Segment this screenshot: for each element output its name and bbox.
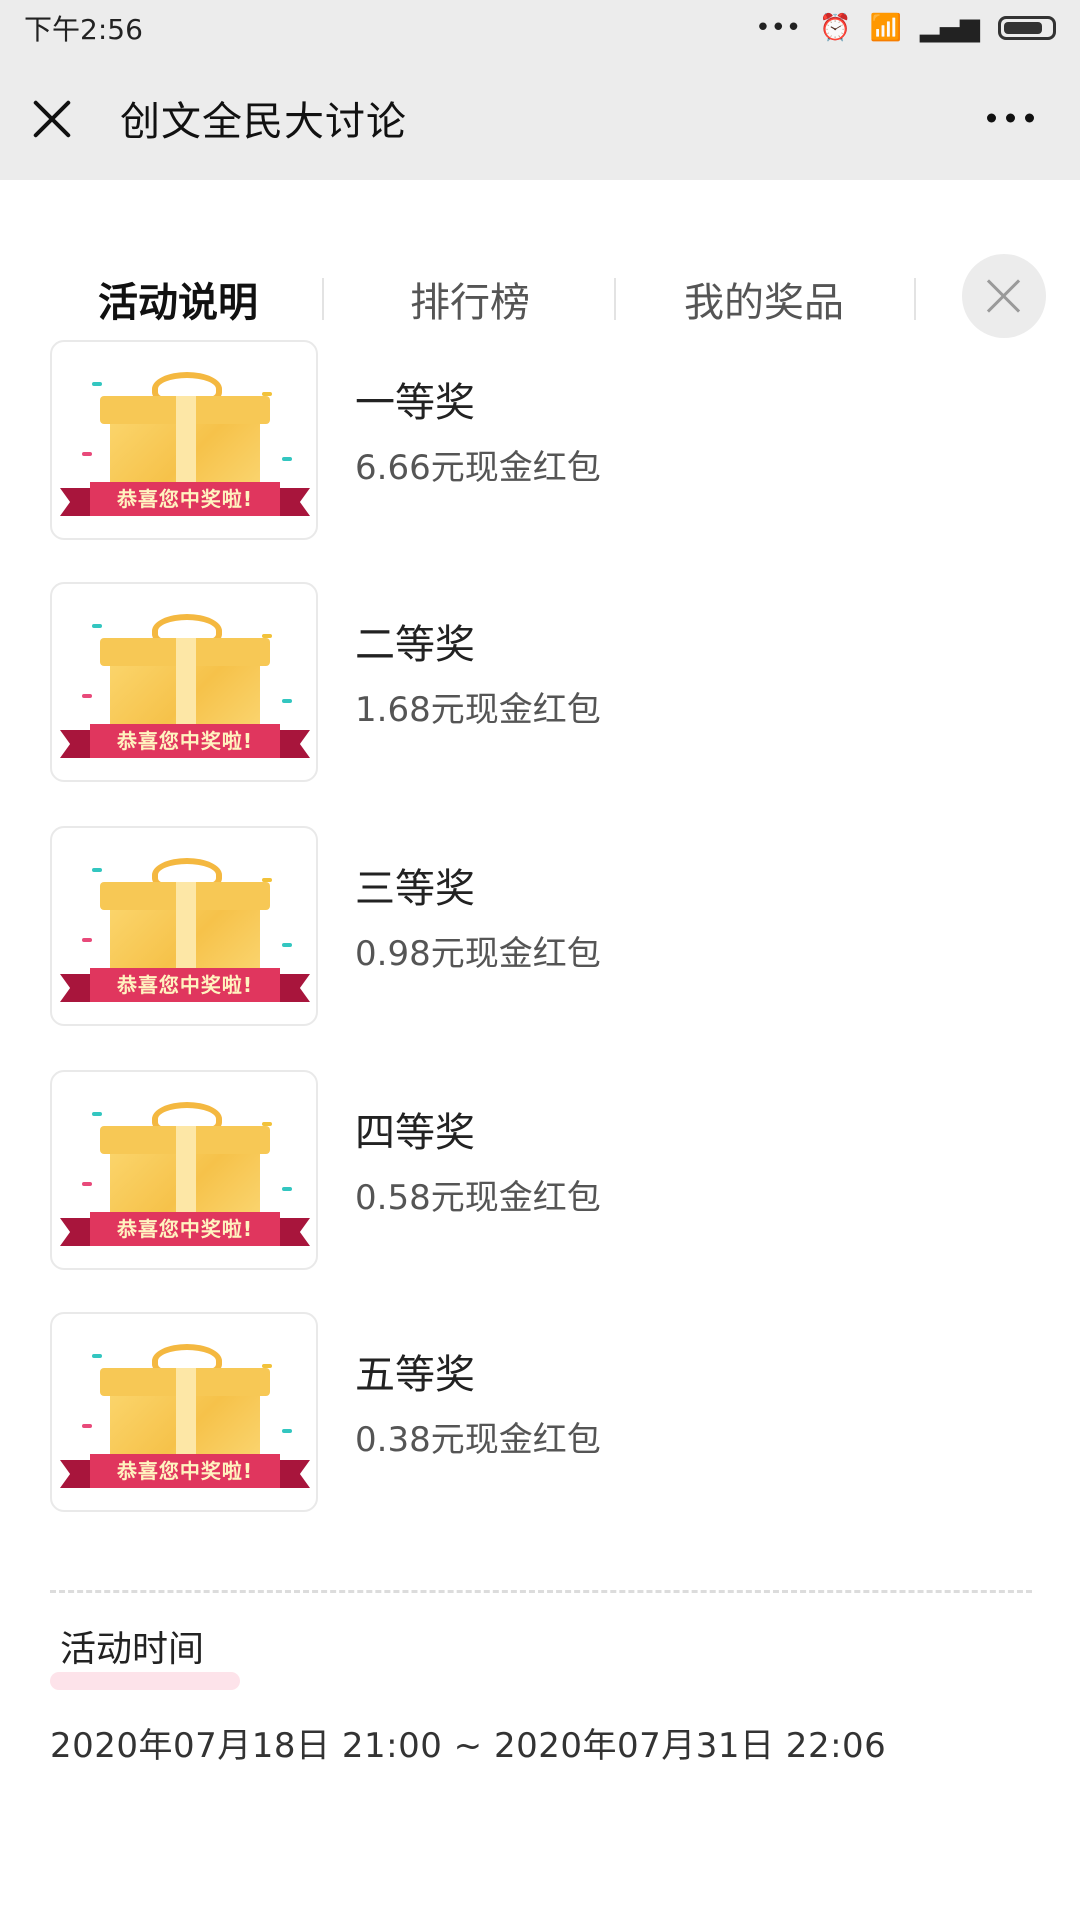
title-bar: 创文全民大讨论 [0,56,1080,180]
dashed-divider [50,1590,1032,1593]
prize-banner: 恭喜您中奖啦! [90,968,280,1002]
prize-item: 恭喜您中奖啦! 五等奖 0.38元现金红包 [50,1312,1050,1512]
activity-time-heading: 活动时间 [50,1620,240,1690]
gift-box-image: 恭喜您中奖啦! [50,826,318,1026]
prize-banner: 恭喜您中奖啦! [90,1454,280,1488]
prize-item: 恭喜您中奖啦! 四等奖 0.58元现金红包 [50,1070,1050,1270]
prize-desc: 0.38元现金红包 [355,1420,601,1460]
prize-name: 三等奖 [355,866,475,912]
close-icon[interactable] [30,96,74,140]
tab-divider [614,278,616,320]
wifi-icon: 📶 [869,13,902,43]
prize-item: 恭喜您中奖啦! 一等奖 6.66元现金红包 [50,340,1050,540]
prize-banner: 恭喜您中奖啦! [90,482,280,516]
gift-box-image: 恭喜您中奖啦! [50,582,318,782]
prize-desc: 6.66元现金红包 [355,448,601,488]
prize-name: 二等奖 [355,622,475,668]
tab-bar: 活动说明 排行榜 我的奖品 [0,250,1080,353]
prize-desc: 0.98元现金红包 [355,934,601,974]
more-dots-icon: ••• [755,13,802,43]
prize-item: 恭喜您中奖啦! 三等奖 0.98元现金红包 [50,826,1050,1026]
prize-banner: 恭喜您中奖啦! [90,724,280,758]
signal-icon: ▂▄▆ [920,13,980,43]
activity-time-value: 2020年07月18日 21:00 ~ 2020年07月31日 22:06 [50,1726,887,1766]
prize-name: 一等奖 [355,380,475,426]
tab-my-prizes[interactable]: 我的奖品 [644,270,884,328]
prize-name: 五等奖 [355,1352,475,1398]
activity-time-label: 活动时间 [60,1629,205,1670]
more-menu-icon[interactable] [987,113,1034,123]
heading-highlight [50,1672,240,1690]
gift-box-image: 恭喜您中奖啦! [50,1312,318,1512]
status-icons: ••• ⏰ 📶 ▂▄▆ [755,13,1056,43]
close-panel-icon[interactable] [962,254,1046,338]
tab-ranking[interactable]: 排行榜 [350,270,590,328]
prize-desc: 0.58元现金红包 [355,1178,601,1218]
status-bar: 下午2:56 ••• ⏰ 📶 ▂▄▆ [0,0,1080,56]
gift-box-image: 恭喜您中奖啦! [50,340,318,540]
status-time: 下午2:56 [24,13,143,46]
prize-desc: 1.68元现金红包 [355,690,601,730]
page-title: 创文全民大讨论 [120,99,407,145]
prize-name: 四等奖 [355,1110,475,1156]
alarm-icon: ⏰ [819,13,852,43]
gift-box-image: 恭喜您中奖啦! [50,1070,318,1270]
tab-divider [322,278,324,320]
prize-banner: 恭喜您中奖啦! [90,1212,280,1246]
tab-activity-info[interactable]: 活动说明 [58,270,298,328]
tab-divider [914,278,916,320]
prize-item: 恭喜您中奖啦! 二等奖 1.68元现金红包 [50,582,1050,782]
battery-icon [998,16,1056,40]
